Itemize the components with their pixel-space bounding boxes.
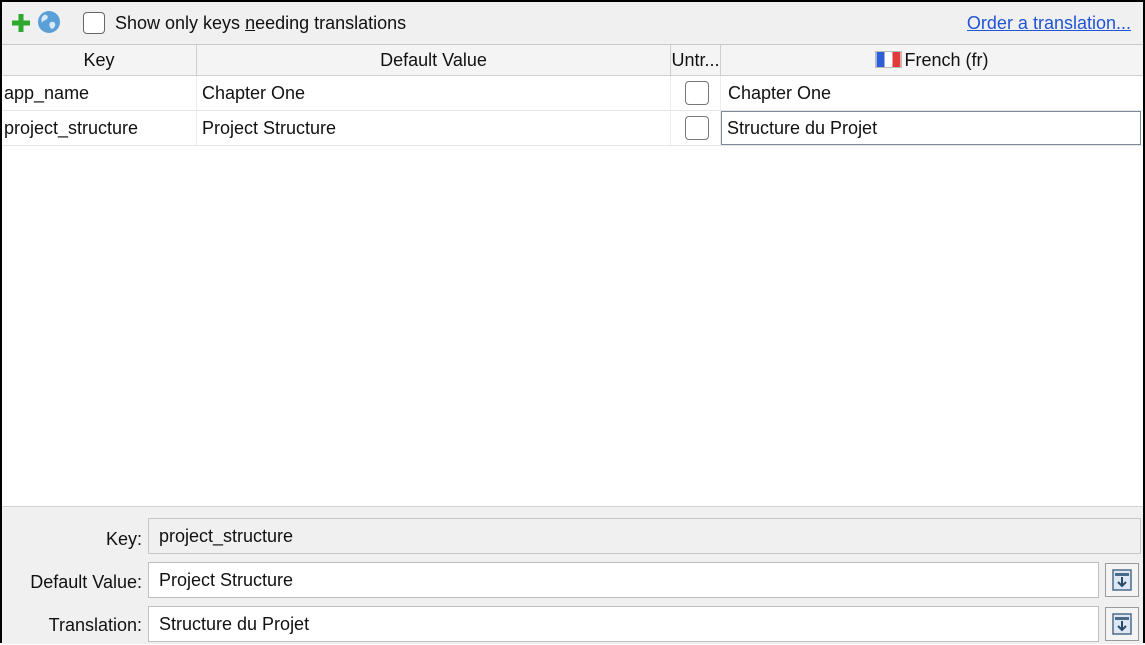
key-cell[interactable]: project_structure [2, 111, 197, 145]
show-untranslated-label[interactable]: Show only keys needing translations [115, 13, 406, 34]
column-header-default-value[interactable]: Default Value [197, 45, 671, 75]
untranslatable-cell [671, 76, 721, 110]
untranslatable-checkbox[interactable] [685, 116, 709, 140]
translation-field[interactable]: Structure du Projet [148, 606, 1099, 642]
order-translation-link[interactable]: Order a translation... [967, 13, 1131, 34]
table-row[interactable]: app_name Chapter One Chapter One [2, 76, 1143, 111]
french-flag-icon [875, 51, 903, 68]
show-untranslated-checkbox[interactable] [83, 12, 105, 34]
key-cell[interactable]: app_name [2, 76, 197, 110]
key-label: Key: [105, 529, 142, 549]
untranslatable-cell [671, 111, 721, 145]
column-header-french[interactable]: French (fr) [721, 45, 1143, 75]
table-header: Key Default Value Untr... French (fr) [2, 45, 1143, 76]
translations-editor: Show only keys needing translations Orde… [0, 0, 1145, 644]
column-header-untranslatable[interactable]: Untr... [671, 45, 721, 75]
toolbar: Show only keys needing translations Orde… [2, 2, 1143, 45]
translation-cell[interactable]: Chapter One [721, 76, 1141, 110]
french-column-label: French (fr) [904, 50, 989, 70]
translation-edit-button[interactable] [1105, 607, 1139, 641]
translation-cell-selected[interactable]: Structure du Projet [721, 111, 1141, 145]
detail-panel: Key: project_structure Default Value: Pr… [2, 506, 1143, 644]
default-value-edit-button[interactable] [1105, 563, 1139, 597]
default-value-field[interactable]: Project Structure [148, 562, 1099, 598]
translation-label: Translation: [48, 615, 142, 635]
default-value-cell[interactable]: Project Structure [197, 111, 671, 145]
table-row[interactable]: project_structure Project Structure Stru… [2, 111, 1143, 146]
default-value-cell[interactable]: Chapter One [197, 76, 671, 110]
add-key-plus-icon[interactable] [10, 12, 32, 34]
multiline-edit-icon [1112, 569, 1132, 591]
multiline-edit-icon [1112, 613, 1132, 635]
default-value-label: Default Value: [30, 572, 142, 592]
untranslatable-checkbox[interactable] [685, 81, 709, 105]
key-field: project_structure [148, 518, 1141, 554]
column-header-key[interactable]: Key [2, 45, 197, 75]
add-locale-globe-icon[interactable] [37, 10, 61, 34]
